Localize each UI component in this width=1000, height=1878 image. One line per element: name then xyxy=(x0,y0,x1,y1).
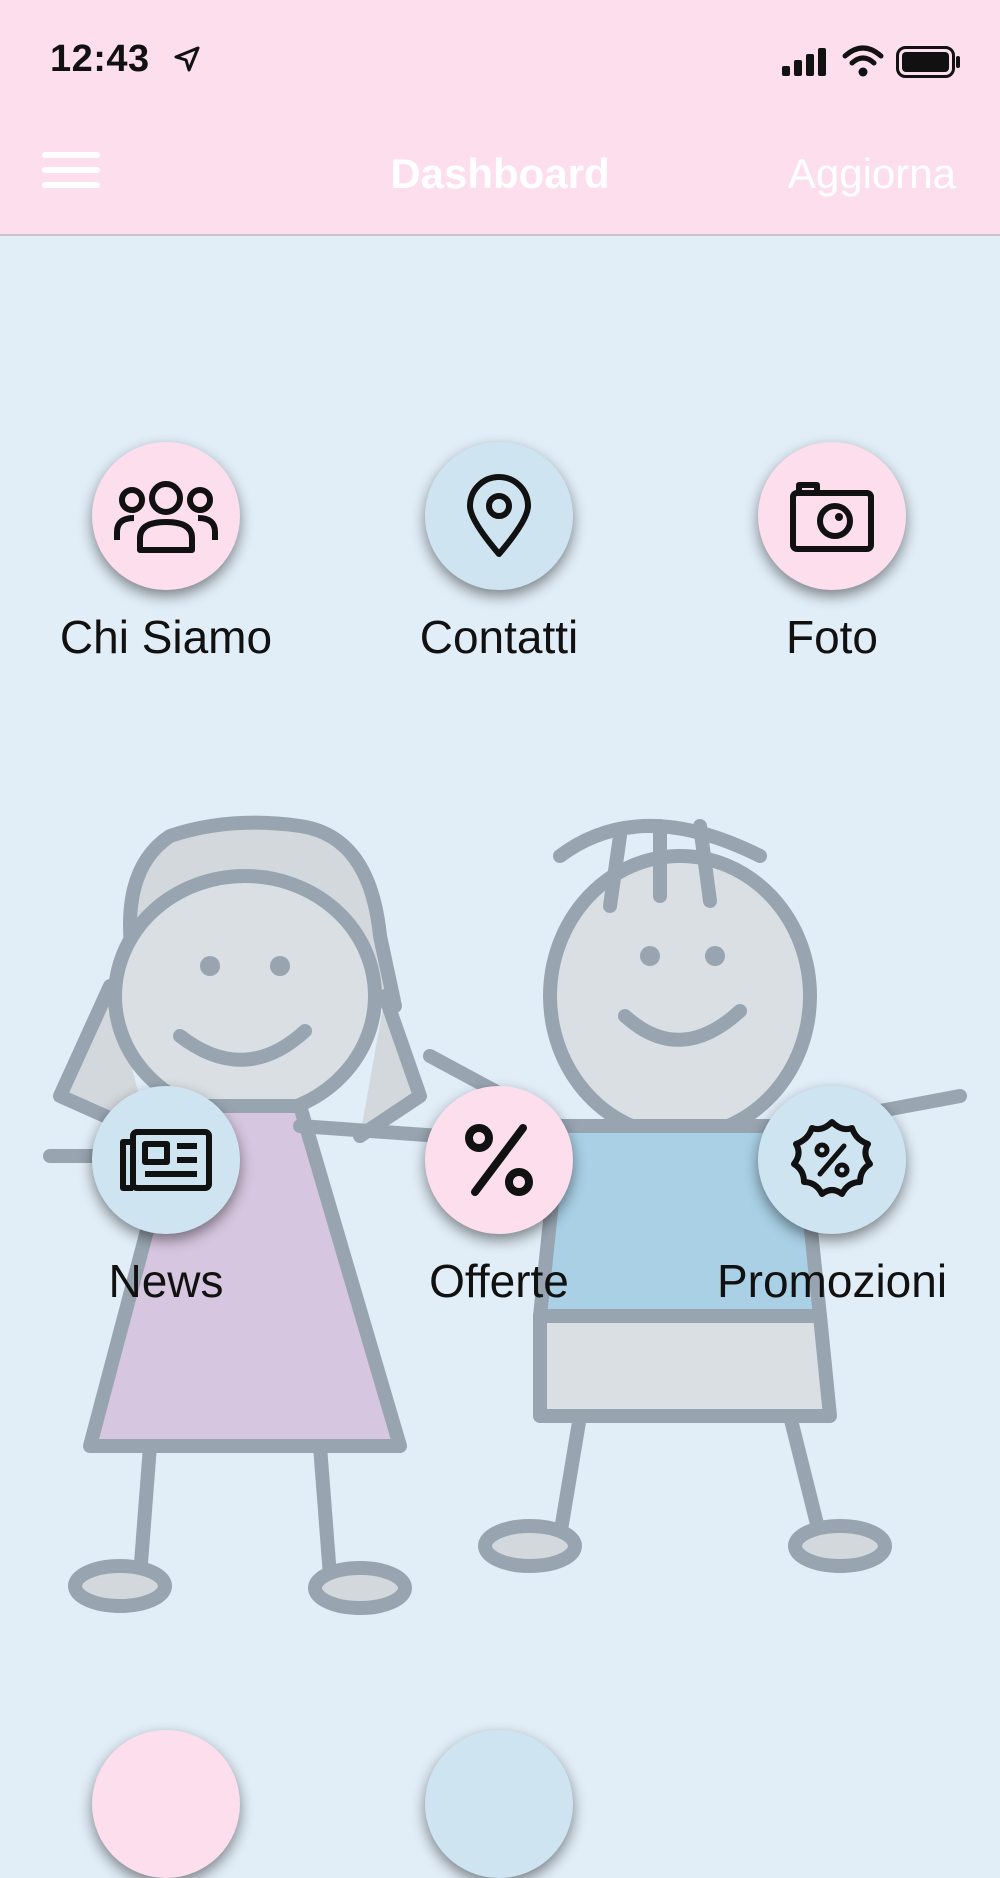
percent-icon xyxy=(465,1124,533,1196)
tile-circle[interactable] xyxy=(92,442,240,590)
camera-icon xyxy=(790,482,874,552)
discount-badge-icon xyxy=(791,1119,873,1197)
refresh-button[interactable]: Aggiorna xyxy=(788,150,956,198)
tile-circle[interactable] xyxy=(425,442,573,590)
battery-icon xyxy=(896,46,960,78)
tile-circle[interactable] xyxy=(92,1086,240,1234)
navigation-bar: Dashboard Aggiorna xyxy=(0,120,1000,236)
tile-circle[interactable] xyxy=(425,1730,573,1878)
tile-circle[interactable] xyxy=(425,1086,573,1234)
tile-promozioni[interactable]: Promozioni xyxy=(702,1086,962,1308)
wifi-icon xyxy=(842,45,884,77)
tile-label: Foto xyxy=(785,611,879,663)
group-icon xyxy=(114,481,218,553)
tile-label: News xyxy=(108,1255,224,1307)
tile-partial-1[interactable] xyxy=(36,1730,296,1878)
tile-news[interactable]: News xyxy=(36,1086,296,1308)
tile-partial-2[interactable] xyxy=(369,1730,629,1878)
newspaper-icon xyxy=(120,1129,212,1191)
tile-label: Chi Siamo xyxy=(59,611,273,663)
tile-contatti[interactable]: Contatti xyxy=(369,442,629,664)
status-time: 12:43 xyxy=(50,38,150,80)
tile-chi-siamo[interactable]: Chi Siamo xyxy=(36,442,296,664)
tile-circle[interactable] xyxy=(758,442,906,590)
location-arrow-icon xyxy=(174,46,200,72)
tile-label: Promozioni xyxy=(716,1255,948,1307)
tile-circle[interactable] xyxy=(758,1086,906,1234)
tile-label: Offerte xyxy=(429,1255,569,1307)
tile-circle[interactable] xyxy=(92,1730,240,1878)
tile-offerte[interactable]: Offerte xyxy=(369,1086,629,1308)
cellular-signal-icon xyxy=(782,48,826,76)
tile-label: Contatti xyxy=(419,611,579,663)
status-bar: 12:43 xyxy=(0,0,1000,120)
tile-foto[interactable]: Foto xyxy=(702,442,962,664)
location-pin-icon xyxy=(467,474,531,557)
